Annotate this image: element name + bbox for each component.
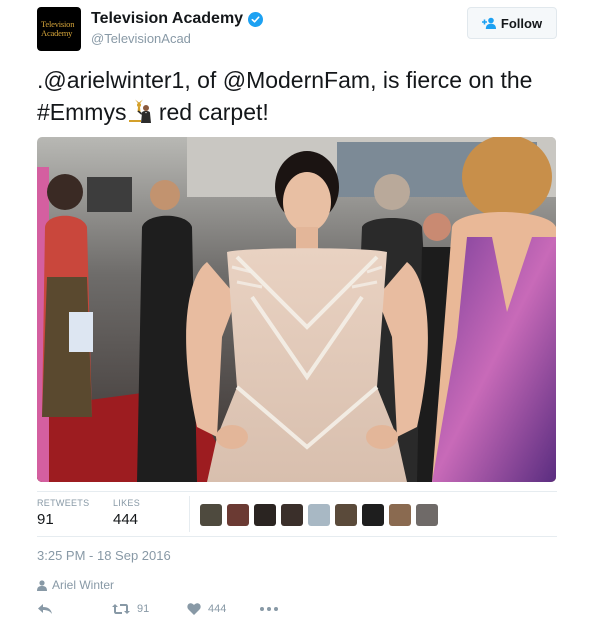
more-button[interactable] [260,607,278,611]
likes-label: LIKES [113,498,141,508]
display-name[interactable]: Television Academy [91,10,243,28]
liker-avatar[interactable] [227,504,249,526]
context-user-name: Ariel Winter [52,578,115,592]
liker-avatar[interactable] [362,504,384,526]
add-user-icon [481,17,496,29]
liker-avatar[interactable] [416,504,438,526]
display-name-row[interactable]: Television Academy [91,9,264,29]
follow-button-label: Follow [500,15,543,31]
heart-icon [187,603,201,615]
retweet-count: 91 [137,603,150,615]
like-count: 444 [208,603,227,615]
account-handle[interactable]: @TelevisionAcad [91,31,263,46]
liker-avatar[interactable] [335,504,357,526]
retweets-value: 91 [37,511,54,528]
tweet-text: .@arielwinter1, of @ModernFam, is fierce… [37,64,557,128]
like-button[interactable]: 444 [187,603,226,615]
tweet-text-part2: , is fierce on the [370,67,533,93]
account-avatar[interactable]: Television Academy [37,7,81,51]
tweet-actions: 91 444 [37,603,337,623]
liker-avatar[interactable] [254,504,276,526]
likes-value: 444 [113,511,139,528]
likes-stat[interactable]: LIKES 444 [113,498,140,528]
account-name-block: Television Academy @TelevisionAcad [91,9,264,46]
red-carpet-photo [37,137,556,482]
follow-button[interactable]: Follow [467,7,557,39]
liker-avatar[interactable] [200,504,222,526]
tweet-text-part3: red carpet! [152,99,269,125]
tweet-timestamp[interactable]: 3:25 PM - 18 Sep 2016 [37,548,171,563]
liker-avatar[interactable] [389,504,411,526]
more-icon [260,607,278,611]
hashtag-emmys[interactable]: #Emmys [37,99,126,125]
retweet-button[interactable]: 91 [112,603,149,615]
avatar-text-line2: Academy [41,28,73,38]
liker-avatar[interactable] [281,504,303,526]
tweet-photo[interactable] [37,137,556,482]
liker-avatar[interactable] [308,504,330,526]
emmy-statuette-emoji-icon [129,99,152,123]
retweet-icon [112,604,130,614]
context-user[interactable]: Ariel Winter [37,578,114,592]
verified-badge-icon [248,11,264,27]
user-icon [37,579,47,591]
tweet-header: Television Academy Television Academy @T… [37,7,557,51]
liker-avatars [200,504,438,526]
tweet-text-part1: , of [184,67,223,93]
retweets-label: RETWEETS [37,498,90,508]
stats-divider [189,496,190,532]
reply-icon [38,604,52,614]
mention-modernfam[interactable]: @ModernFam [223,67,370,93]
retweets-stat[interactable]: RETWEETS 91 [37,498,89,528]
tweet-stats: RETWEETS 91 LIKES 444 [37,491,557,537]
reply-button[interactable] [37,603,53,615]
mention-arielwinter1[interactable]: @arielwinter1 [43,67,184,93]
